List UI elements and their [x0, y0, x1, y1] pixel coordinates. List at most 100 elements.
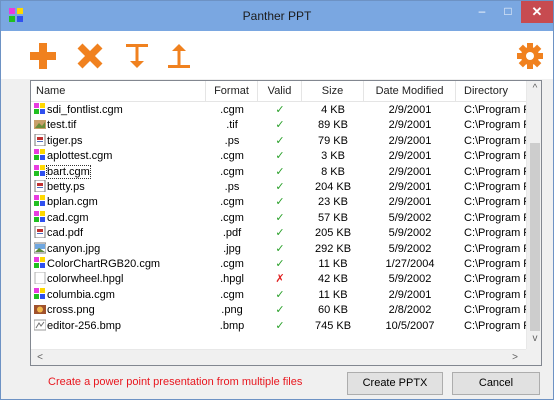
date-modified-cell: 2/9/2001: [388, 181, 432, 193]
column-directory[interactable]: Directory: [456, 81, 526, 102]
table-row[interactable]: cad.cgm .cgm ✓ 57 KB 5/9/2002 C:\Program F: [31, 210, 526, 226]
file-size-cell: 89 KB: [318, 119, 348, 132]
hpgl-file-icon: [34, 272, 46, 285]
scroll-left-icon[interactable]: <: [33, 352, 47, 363]
valid-status-cell: ✓: [275, 242, 285, 255]
table-row[interactable]: bart.cgm .cgm ✓ 8 KB 2/9/2001 C:\Program F: [31, 164, 526, 180]
column-size[interactable]: Size: [302, 81, 364, 102]
file-size-cell: 292 KB: [314, 242, 352, 255]
pdf-file-icon: [34, 226, 46, 239]
create-pptx-button[interactable]: Create PPTX: [347, 372, 443, 395]
file-format-cell: .cgm: [220, 150, 244, 163]
file-name-cell: bart.cgm: [34, 164, 206, 180]
move-down-button[interactable]: [122, 41, 152, 71]
file-name: cross.png: [47, 304, 95, 317]
date-modified-cell: 2/9/2001: [388, 119, 432, 132]
file-size-cell: 8 KB: [321, 165, 345, 178]
file-format-cell: .cgm: [220, 104, 244, 116]
vertical-scroll-thumb[interactable]: [530, 143, 540, 331]
tif-file-icon: [34, 118, 46, 130]
valid-status-cell: ✓: [275, 211, 285, 224]
file-name: aplottest.cgm: [47, 150, 113, 163]
file-name-cell: editor-256.bmp: [34, 319, 206, 334]
minimize-button[interactable]: –: [469, 1, 495, 23]
valid-status-cell: ✓: [275, 119, 285, 132]
scroll-right-icon[interactable]: >: [508, 352, 522, 363]
remove-file-button[interactable]: [75, 41, 105, 71]
table-row[interactable]: columbia.cgm .cgm ✓ 11 KB 2/9/2001 C:\Program…: [31, 287, 526, 303]
scroll-down-icon[interactable]: v: [527, 333, 541, 344]
file-format-cell: .tif: [226, 119, 238, 132]
scroll-up-icon[interactable]: ^: [527, 83, 541, 94]
scrollbar-corner: [526, 349, 541, 365]
date-modified-cell: 2/8/2002: [388, 304, 432, 317]
table-row[interactable]: editor-256.bmp .bmp ✓ 745 KB 10/5/2007 C:\Pro…: [31, 319, 526, 334]
cancel-button[interactable]: Cancel: [452, 372, 540, 395]
table-row[interactable]: ColorChartRGB20.cgm .cgm ✓ 11 KB 1/27/2004 C:…: [31, 257, 526, 272]
column-valid[interactable]: Valid: [258, 81, 302, 102]
table-row[interactable]: cross.png .png ✓ 60 KB 2/8/2002 C:\Program F: [31, 303, 526, 318]
file-name-cell: test.tif: [34, 118, 206, 133]
title-bar[interactable]: Panther PPT – □ ✕: [1, 1, 553, 31]
file-list[interactable]: Name Format Valid Size Date Modified Dir…: [30, 80, 542, 366]
table-row[interactable]: aplottest.cgm .cgm ✓ 3 KB 2/9/2001 C:\Program…: [31, 149, 526, 164]
valid-status-cell: ✓: [275, 227, 285, 240]
cgm-file-icon: [34, 103, 46, 115]
arrow-up-from-line-icon: [168, 44, 190, 68]
date-modified-cell: 2/9/2001: [388, 150, 432, 163]
file-name-cell: cross.png: [34, 303, 206, 318]
valid-status-cell: ✓: [275, 104, 285, 116]
file-name-cell: sdi_fontlist.cgm: [34, 103, 206, 118]
jpg-file-icon: [34, 242, 47, 254]
maximize-button[interactable]: □: [495, 1, 521, 23]
move-up-button[interactable]: [164, 41, 194, 71]
directory-cell: C:\Program F: [464, 288, 526, 301]
cgm-file-icon: [34, 149, 46, 161]
file-name-cell: ColorChartRGB20.cgm: [34, 257, 206, 272]
file-name: sdi_fontlist.cgm: [47, 104, 123, 116]
table-row[interactable]: canyon.jpg .jpg ✓ 292 KB 5/9/2002 C:\Program …: [31, 242, 526, 257]
file-name: betty.ps: [47, 181, 85, 193]
date-modified-cell: 1/27/2004: [385, 258, 435, 270]
table-row[interactable]: betty.ps .ps ✓ 204 KB 2/9/2001 C:\Program F: [31, 180, 526, 195]
file-size-cell: 3 KB: [321, 150, 345, 163]
column-format[interactable]: Format: [206, 81, 258, 102]
gear-icon: [517, 43, 543, 69]
date-modified-cell: 5/9/2002: [388, 242, 432, 255]
directory-cell: C:\Program F: [464, 150, 526, 163]
vertical-scrollbar[interactable]: ^ v: [526, 81, 541, 349]
file-format-cell: .cgm: [220, 165, 244, 178]
settings-button[interactable]: [515, 41, 545, 71]
table-row[interactable]: bplan.cgm .cgm ✓ 23 KB 2/9/2001 C:\Program F: [31, 195, 526, 210]
horizontal-scrollbar[interactable]: < >: [31, 349, 526, 365]
table-row[interactable]: test.tif .tif ✓ 89 KB 2/9/2001 C:\Program F: [31, 118, 526, 133]
file-name-cell: cad.cgm: [34, 210, 206, 226]
table-row[interactable]: tiger.ps .ps ✓ 79 KB 2/9/2001 C:\Program F: [31, 133, 526, 149]
file-format-cell: .hpgl: [220, 273, 244, 286]
table-row[interactable]: colorwheel.hpgl .hpgl ✗ 42 KB 5/9/2002 C:\Pro…: [31, 272, 526, 287]
x-icon: [77, 43, 103, 69]
directory-cell: C:\Program F: [464, 273, 526, 286]
cgm-file-icon: [34, 257, 46, 269]
table-row[interactable]: sdi_fontlist.cgm .cgm ✓ 4 KB 2/9/2001 C:\Prog…: [31, 103, 526, 118]
png-file-icon: [34, 303, 46, 315]
file-name-cell: canyon.jpg: [34, 242, 206, 257]
column-date-modified[interactable]: Date Modified: [364, 81, 456, 102]
file-format-cell: .cgm: [220, 288, 244, 301]
file-name: cad.cgm: [47, 211, 89, 224]
date-modified-cell: 2/9/2001: [388, 134, 432, 147]
add-files-button[interactable]: [28, 41, 58, 71]
cgm-file-icon: [34, 287, 46, 300]
file-name-cell: betty.ps: [34, 180, 206, 195]
file-format-cell: .cgm: [220, 211, 244, 224]
column-name[interactable]: Name: [31, 81, 206, 102]
file-format-cell: .png: [221, 304, 243, 317]
file-format-cell: .ps: [224, 181, 240, 193]
file-name: test.tif: [47, 119, 77, 132]
table-row[interactable]: cad.pdf .pdf ✓ 205 KB 5/9/2002 C:\Program F: [31, 226, 526, 241]
valid-status-cell: ✓: [275, 165, 285, 178]
close-button[interactable]: ✕: [521, 1, 553, 23]
directory-cell: C:\Program F: [464, 258, 526, 270]
cgm-file-icon: [34, 210, 46, 223]
file-size-cell: 4 KB: [321, 104, 345, 116]
